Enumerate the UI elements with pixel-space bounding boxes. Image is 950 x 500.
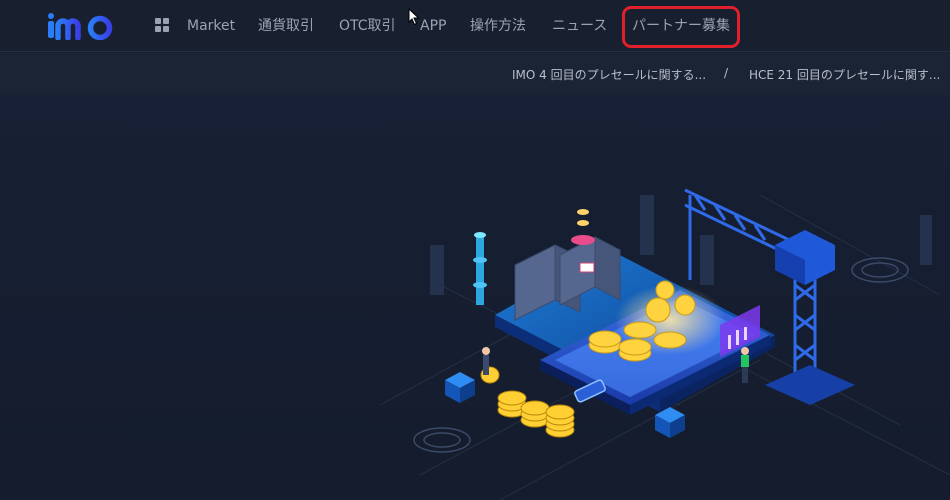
page: Market 通貨取引 OTC取引 APP 操作方法 ニュース パートナー募集 … xyxy=(0,0,950,500)
nav-currency-trading[interactable]: 通貨取引 xyxy=(258,16,314,36)
red-highlight-annotation xyxy=(622,6,740,48)
announcement-link-hce[interactable]: HCE 21 回目のプレセールに関す... xyxy=(749,66,940,83)
announcement-separator: / xyxy=(724,66,729,80)
nav-app[interactable]: APP xyxy=(420,16,446,36)
imo-logo[interactable] xyxy=(46,10,118,40)
nav-otc-trading[interactable]: OTC取引 xyxy=(339,16,396,36)
announcement-link-imo[interactable]: IMO 4 回目のプレセールに関する... xyxy=(512,66,706,83)
top-navigation: Market 通貨取引 OTC取引 APP 操作方法 ニュース パートナー募集 xyxy=(0,0,950,52)
hero-banner xyxy=(0,95,950,500)
nav-news[interactable]: ニュース xyxy=(552,16,607,36)
announcement-bar: IMO 4 回目のプレセールに関する... / HCE 21 回目のプレセールに… xyxy=(0,53,950,95)
hero-illustration xyxy=(380,188,950,500)
mouse-cursor-icon xyxy=(408,8,420,26)
nav-market[interactable]: Market xyxy=(187,16,235,36)
grid-menu-icon[interactable] xyxy=(155,18,169,32)
nav-how-to[interactable]: 操作方法 xyxy=(470,16,526,36)
